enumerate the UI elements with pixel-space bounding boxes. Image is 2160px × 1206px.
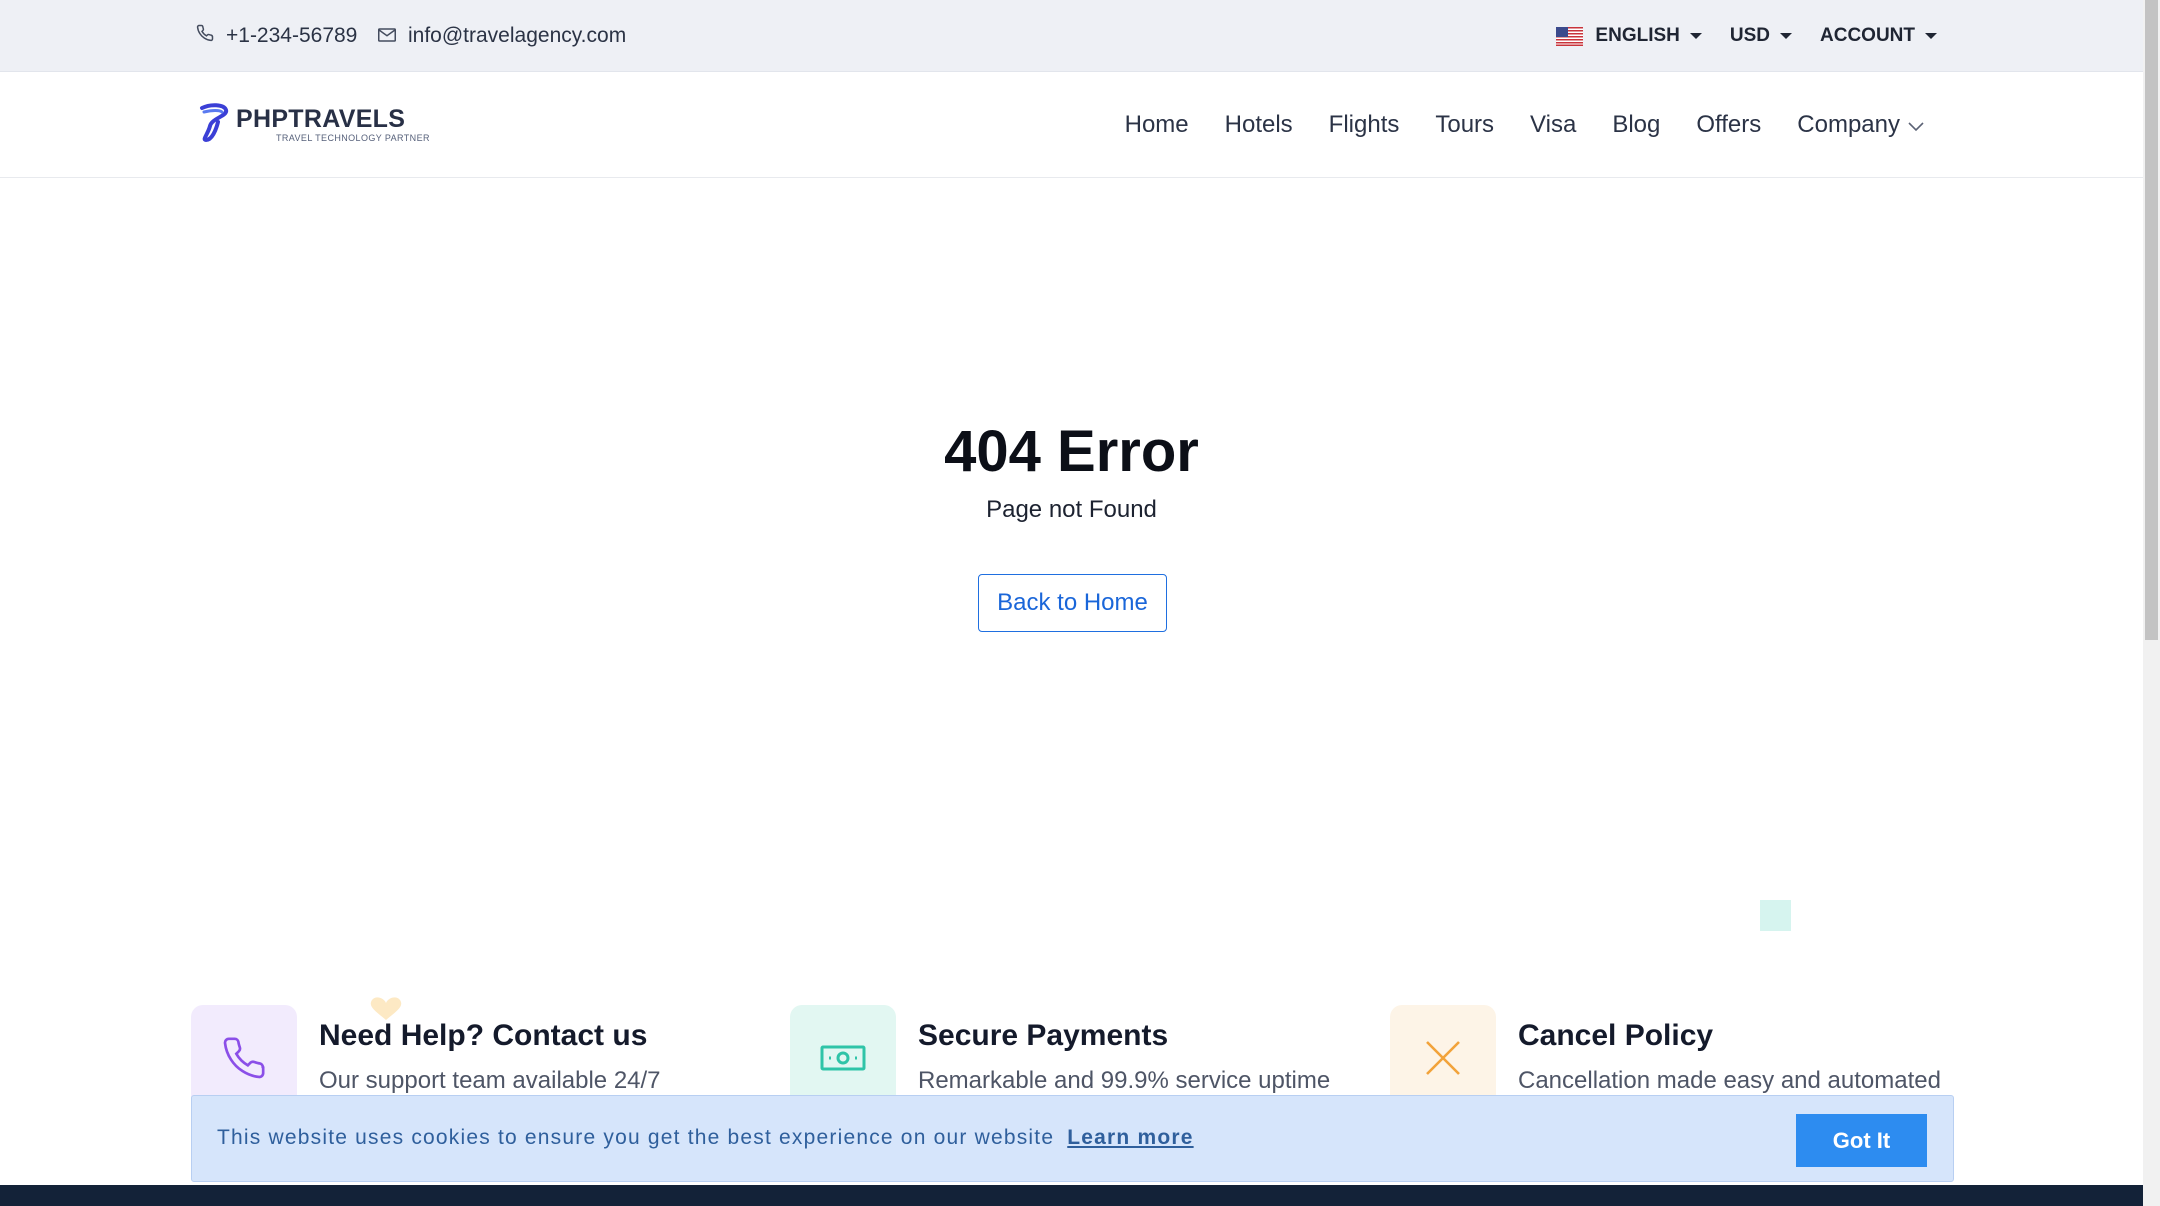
nav-company-label: Company [1797, 111, 1900, 138]
feature-title: Secure Payments [918, 1019, 1169, 1052]
language-dropdown[interactable]: ENGLISH [1556, 25, 1702, 47]
scrollbar-thumb[interactable] [2145, 0, 2158, 640]
feature-title: Cancel Policy [1518, 1019, 1714, 1052]
caret-down-icon [1689, 33, 1702, 39]
cookie-message: This website uses cookies to ensure you … [217, 1126, 1194, 1150]
mail-icon [378, 24, 408, 48]
nav-visa[interactable]: Visa [1530, 111, 1576, 139]
phone-number: +1-234-56789 [226, 24, 358, 47]
top-bar: +1-234-56789 info@travelagency.com ENGLI… [0, 0, 2143, 72]
email-address: info@travelagency.com [408, 24, 627, 47]
footer [0, 1185, 2143, 1206]
email-contact[interactable]: info@travelagency.com [378, 0, 626, 72]
feature-description: Cancellation made easy and automated [1518, 1067, 1941, 1094]
logo-name: PHPTRAVELS [236, 105, 406, 133]
feature-description: Our support team available 24/7 [319, 1067, 661, 1094]
scrollbar[interactable] [2143, 0, 2160, 1206]
chevron-down-icon [1908, 111, 1924, 139]
account-label: ACCOUNT [1820, 25, 1915, 46]
nav-tours[interactable]: Tours [1435, 111, 1494, 139]
caret-down-icon [1780, 33, 1792, 39]
learn-more-link[interactable]: Learn more [1067, 1126, 1193, 1149]
nav-hotels[interactable]: Hotels [1225, 111, 1293, 139]
back-to-home-button[interactable]: Back to Home [978, 574, 1167, 632]
logo-tagline: TRAVEL TECHNOLOGY PARTNER [276, 133, 430, 143]
error-title: 404 Error [944, 419, 1199, 484]
logo-mark-icon [198, 102, 232, 147]
nav-blog[interactable]: Blog [1612, 111, 1660, 139]
currency-dropdown[interactable]: USD [1730, 25, 1792, 47]
cookie-text: This website uses cookies to ensure you … [217, 1126, 1055, 1149]
us-flag-icon [1556, 26, 1584, 46]
main-nav: Home Hotels Flights Tours Visa Blog Offe… [1125, 72, 1924, 178]
caret-down-icon [1925, 33, 1937, 39]
nav-company[interactable]: Company [1797, 111, 1924, 139]
decorative-square [1760, 900, 1791, 931]
feature-description: Remarkable and 99.9% service uptime [918, 1067, 1331, 1094]
cookie-banner: This website uses cookies to ensure you … [191, 1095, 1954, 1182]
currency-label: USD [1729, 25, 1770, 46]
feature-title: Need Help? Contact us [319, 1019, 648, 1052]
account-dropdown[interactable]: ACCOUNT [1820, 25, 1937, 47]
phone-contact[interactable]: +1-234-56789 [196, 0, 357, 72]
nav-flights[interactable]: Flights [1329, 111, 1400, 139]
logo[interactable]: PHPTRAVELS TRAVEL TECHNOLOGY PARTNER [198, 102, 430, 147]
error-subtitle: Page not Found [986, 496, 1157, 523]
nav-home[interactable]: Home [1125, 111, 1189, 139]
main-header: PHPTRAVELS TRAVEL TECHNOLOGY PARTNER Hom… [0, 72, 2143, 178]
nav-offers[interactable]: Offers [1696, 111, 1761, 139]
phone-icon [196, 24, 226, 48]
got-it-button[interactable]: Got It [1796, 1114, 1927, 1167]
language-label: ENGLISH [1595, 25, 1680, 46]
